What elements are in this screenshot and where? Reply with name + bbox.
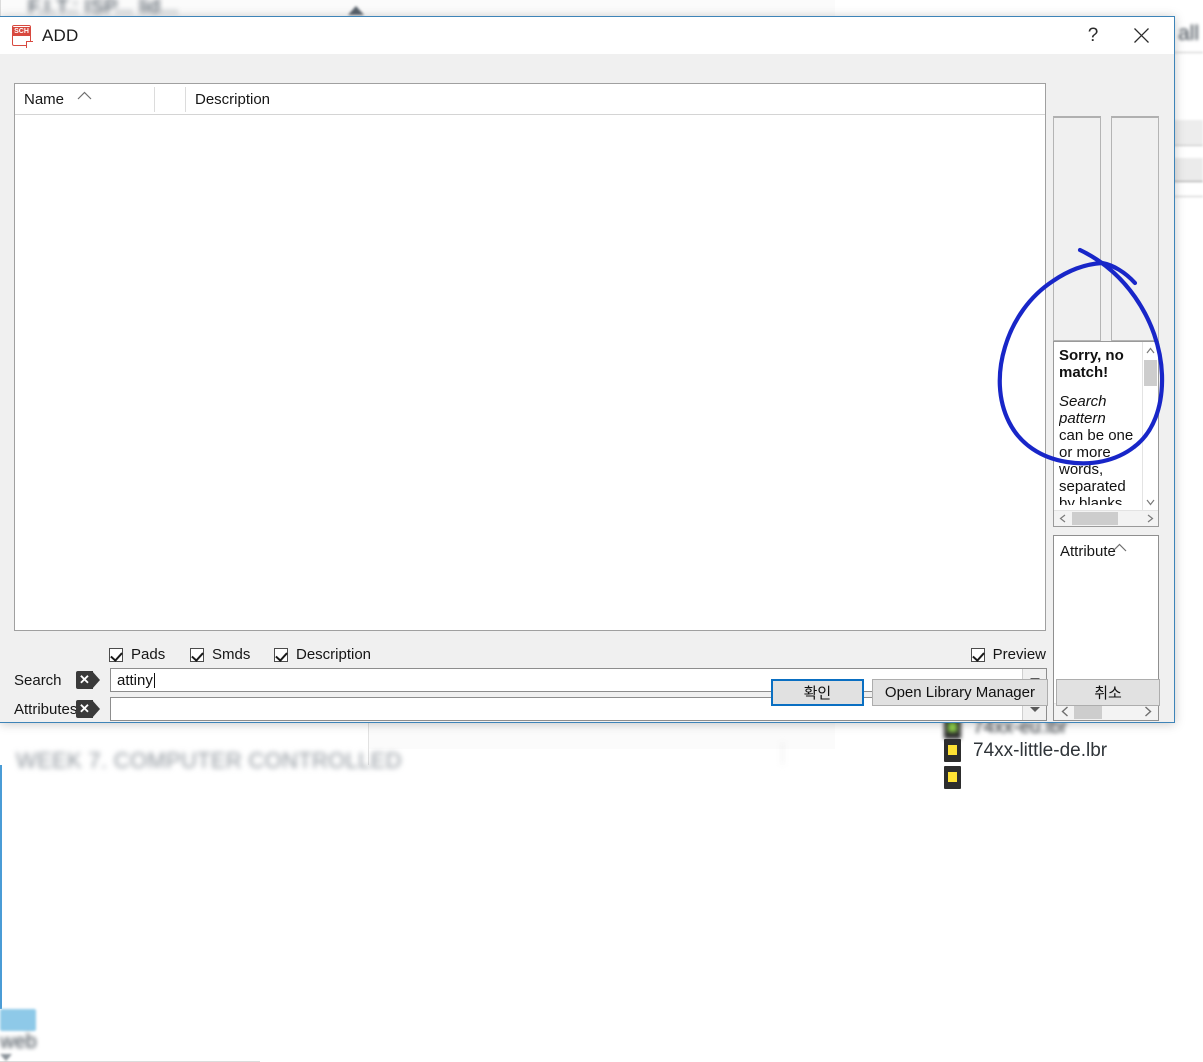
no-match-message-pane[interactable]: Sorry, no match! Search pattern can be o… xyxy=(1053,341,1159,527)
clear-x-icon[interactable]: ✕ xyxy=(76,671,100,689)
attribute-column-header[interactable]: Attribute xyxy=(1060,543,1116,560)
clear-x-icon[interactable]: ✕ xyxy=(76,700,100,718)
chevron-down-icon xyxy=(0,1054,12,1061)
package-preview-pane[interactable] xyxy=(1111,116,1159,341)
results-empty-body[interactable] xyxy=(15,115,1045,630)
results-list[interactable]: Name Description xyxy=(14,83,1046,631)
open-library-manager-button[interactable]: Open Library Manager xyxy=(872,679,1048,706)
results-header-row: Name Description xyxy=(15,84,1045,115)
background-week-title: WEEK 7. COMPUTER CONTROLLED xyxy=(16,748,402,774)
column-header-blank[interactable] xyxy=(155,84,186,115)
ok-button[interactable]: 확인 xyxy=(771,679,864,706)
scrollbar-thumb[interactable] xyxy=(1144,360,1157,386)
background-right-rail xyxy=(0,749,43,1009)
checkbox-box xyxy=(274,648,288,662)
search-label: Search xyxy=(14,672,76,689)
add-dialog: SCH ADD ? Name xyxy=(0,16,1175,723)
library-file-icon xyxy=(944,766,961,789)
scroll-up-icon[interactable] xyxy=(1142,342,1158,358)
sort-ascending-icon xyxy=(1112,539,1127,548)
scroll-right-icon[interactable] xyxy=(1142,510,1158,526)
cancel-button[interactable]: 취소 xyxy=(1056,679,1160,706)
attributes-label: Attributes xyxy=(14,701,76,718)
column-header-name[interactable]: Name xyxy=(15,84,155,115)
checkbox-box xyxy=(109,648,123,662)
scrollbar-thumb[interactable] xyxy=(1074,705,1102,719)
no-match-heading: Sorry, no match! xyxy=(1059,347,1124,381)
close-icon[interactable] xyxy=(1118,17,1164,54)
checkbox-box xyxy=(971,648,985,662)
folder-icon xyxy=(0,1009,36,1031)
scroll-down-icon[interactable] xyxy=(1142,494,1158,510)
search-input-value: attiny xyxy=(117,672,153,689)
background-install-label: all xyxy=(1178,22,1199,46)
no-match-emphasis: Search pattern xyxy=(1059,393,1137,427)
no-match-body: can be one or more words, separated by b… xyxy=(1059,427,1137,505)
text-caret xyxy=(154,673,155,688)
help-icon[interactable]: ? xyxy=(1070,17,1116,54)
checkbox-smds[interactable]: Smds xyxy=(190,646,250,663)
library-file-icon xyxy=(944,739,961,762)
column-header-description[interactable]: Description xyxy=(186,84,1045,115)
scrollbar-thumb[interactable] xyxy=(1072,512,1118,525)
filter-options-row: Pads Smds Description Preview xyxy=(14,640,1046,668)
symbol-preview-pane[interactable] xyxy=(1053,116,1101,341)
tooltip-vertical-scrollbar[interactable] xyxy=(1142,342,1158,510)
scroll-left-icon[interactable] xyxy=(1054,510,1070,526)
background-column-divider xyxy=(782,742,783,765)
dialog-titlebar[interactable]: SCH ADD ? xyxy=(0,17,1174,54)
dialog-footer: 확인 Open Library Manager 취소 xyxy=(771,679,1160,706)
checkbox-description[interactable]: Description xyxy=(274,646,371,663)
background-folder-label: web xyxy=(0,1031,1203,1054)
schematic-sch-icon: SCH xyxy=(12,25,31,46)
dialog-body: Name Description xyxy=(0,54,1174,722)
sort-ascending-icon xyxy=(77,87,92,96)
checkbox-box xyxy=(190,648,204,662)
list-item xyxy=(944,766,973,789)
collapse-caret-icon xyxy=(348,6,364,15)
checkbox-pads[interactable]: Pads xyxy=(109,646,165,663)
list-item: 74xx-little-de.lbr xyxy=(944,739,1107,762)
no-match-message-text: Sorry, no match! Search pattern can be o… xyxy=(1059,347,1137,505)
dialog-title: ADD xyxy=(42,26,79,46)
checkbox-preview[interactable]: Preview xyxy=(971,646,1046,663)
